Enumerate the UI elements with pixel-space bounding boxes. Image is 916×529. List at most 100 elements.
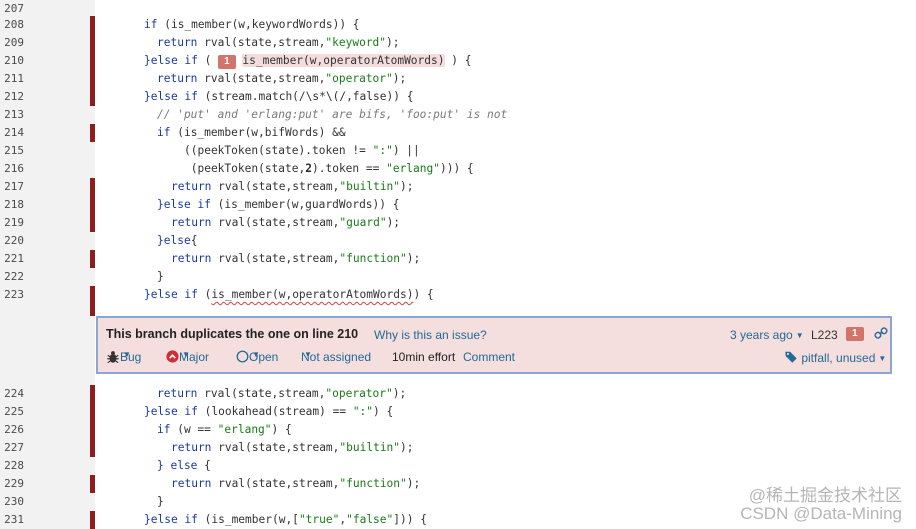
code-text: }else if (is_member(w,operatorAtomWords)… bbox=[144, 288, 434, 301]
code-text: } else { bbox=[157, 459, 211, 472]
code-text: }else if (is_member(w,["true","false"]))… bbox=[144, 513, 427, 526]
code-line-216: 216 (peekToken(state,2).token == "erlang… bbox=[0, 160, 916, 178]
issue-age-dropdown[interactable]: 3 years ago ▼ bbox=[730, 328, 804, 342]
changed-line-marker bbox=[90, 250, 95, 268]
code-text: if (is_member(w,keywordWords)) { bbox=[144, 18, 360, 31]
code-line-218: 218 }else if (is_member(w,guardWords)) { bbox=[0, 196, 916, 214]
issue-count-badge[interactable]: 1 bbox=[846, 327, 864, 341]
changed-line-marker bbox=[90, 34, 95, 52]
code-line-215: 215 ((peekToken(state).token != ":") || bbox=[0, 142, 916, 160]
code-text: } bbox=[157, 495, 164, 508]
changed-line-marker bbox=[90, 178, 95, 196]
code-line-225: 225 }else if (lookahead(stream) == ":") … bbox=[0, 403, 916, 421]
line-number: 221 bbox=[4, 252, 24, 265]
code-line-226: 226 if (w == "erlang") { bbox=[0, 421, 916, 439]
code-line-227: 227 return rval(state,stream,"builtin"); bbox=[0, 439, 916, 457]
code-line-208: 208 if (is_member(w,keywordWords)) { bbox=[0, 16, 916, 34]
code-line-221: 221 return rval(state,stream,"function")… bbox=[0, 250, 916, 268]
code-text: return rval(state,stream,"function"); bbox=[171, 477, 421, 490]
major-severity-icon bbox=[166, 350, 179, 363]
watermark: @稀土掘金技术社区 CSDN @Data-Mining bbox=[740, 486, 902, 523]
changed-line-marker bbox=[90, 304, 95, 316]
line-number: 211 bbox=[4, 72, 24, 85]
code-text: }else if ( 1 is_member(w,operatorAtomWor… bbox=[144, 54, 472, 69]
issue-location-badge[interactable]: 1 bbox=[218, 55, 236, 69]
line-number: 224 bbox=[4, 387, 24, 400]
changed-line-marker bbox=[90, 124, 95, 142]
code-line-219: 219 return rval(state,stream,"guard"); bbox=[0, 214, 916, 232]
line-number: 229 bbox=[4, 477, 24, 490]
severity-dropdown[interactable]: Major ▼ bbox=[166, 350, 209, 364]
changed-line-marker bbox=[90, 403, 95, 421]
code-line-209: 209 return rval(state,stream,"keyword"); bbox=[0, 34, 916, 52]
line-number: 214 bbox=[4, 126, 24, 139]
code-line-214: 214 if (is_member(w,bifWords) && bbox=[0, 124, 916, 142]
effort-label: 10min effort bbox=[392, 350, 456, 364]
highlighted-expression[interactable]: is_member(w,operatorAtomWords) bbox=[242, 54, 445, 67]
open-status-icon bbox=[236, 350, 249, 363]
code-line-217: 217 return rval(state,stream,"builtin"); bbox=[0, 178, 916, 196]
code-text: return rval(state,stream,"operator"); bbox=[157, 72, 407, 85]
status-dropdown[interactable]: Open ▼ bbox=[236, 350, 278, 364]
tags-dropdown[interactable]: pitfall, unused ▼ bbox=[784, 350, 886, 365]
changed-line-marker bbox=[90, 286, 95, 304]
code-text: return rval(state,stream,"builtin"); bbox=[171, 441, 414, 454]
comment-link[interactable]: Comment bbox=[463, 350, 515, 364]
code-text: return rval(state,stream,"builtin"); bbox=[171, 180, 414, 193]
issue-title[interactable]: This branch duplicates the one on line 2… bbox=[106, 327, 358, 341]
code-text: }else if (lookahead(stream) == ":") { bbox=[144, 405, 394, 418]
code-text: return rval(state,stream,"guard"); bbox=[171, 216, 401, 229]
code-comment: // 'put' and 'erlang:put' are bifs, 'foo… bbox=[157, 108, 508, 121]
changed-line-marker bbox=[90, 214, 95, 232]
changed-line-marker bbox=[90, 475, 95, 493]
line-number: 226 bbox=[4, 423, 24, 436]
code-line-223: 223 }else if (is_member(w,operatorAtomWo… bbox=[0, 286, 916, 304]
line-number: 227 bbox=[4, 441, 24, 454]
code-text: if (w == "erlang") { bbox=[157, 423, 292, 436]
line-number: 217 bbox=[4, 180, 24, 193]
why-is-this-an-issue-link[interactable]: Why is this an issue? bbox=[374, 328, 487, 342]
changed-line-marker bbox=[90, 52, 95, 70]
issue-panel[interactable]: This branch duplicates the one on line 2… bbox=[96, 316, 892, 374]
flagged-expression[interactable]: is_member(w,operatorAtomWords) bbox=[211, 288, 413, 301]
line-number: 209 bbox=[4, 36, 24, 49]
code-text: return rval(state,stream,"operator"); bbox=[157, 387, 407, 400]
line-number: 215 bbox=[4, 144, 24, 157]
code-line-222: 222 } bbox=[0, 268, 916, 286]
changed-line-marker bbox=[90, 16, 95, 34]
issue-line-ref[interactable]: L223 bbox=[811, 328, 838, 342]
code-text: ((peekToken(state).token != ":") || bbox=[184, 144, 420, 157]
line-number: 208 bbox=[4, 18, 24, 31]
line-number: 213 bbox=[4, 108, 24, 121]
code-line-211: 211 return rval(state,stream,"operator")… bbox=[0, 70, 916, 88]
line-number: 223 bbox=[4, 288, 24, 301]
changed-line-marker bbox=[90, 70, 95, 88]
line-number: 216 bbox=[4, 162, 24, 175]
code-text: (peekToken(state,2).token == "erlang")))… bbox=[184, 162, 474, 175]
tag-icon bbox=[785, 351, 797, 363]
code-line-212: 212 }else if (stream.match(/\s*\(/,false… bbox=[0, 88, 916, 106]
line-number: 210 bbox=[4, 54, 24, 67]
bug-icon bbox=[107, 351, 119, 364]
code-text: return rval(state,stream,"function"); bbox=[171, 252, 421, 265]
line-number: 222 bbox=[4, 270, 24, 283]
code-line-213: 213 // 'put' and 'erlang:put' are bifs, … bbox=[0, 106, 916, 124]
changed-line-marker bbox=[90, 439, 95, 457]
code-text: return rval(state,stream,"keyword"); bbox=[157, 36, 400, 49]
permalink-icon[interactable] bbox=[874, 326, 888, 340]
code-line-210: 210 }else if ( 1 is_member(w,operatorAto… bbox=[0, 52, 916, 70]
line-number: 228 bbox=[4, 459, 24, 472]
line-number: 231 bbox=[4, 513, 24, 526]
line-number: 218 bbox=[4, 198, 24, 211]
line-number: 212 bbox=[4, 90, 24, 103]
changed-line-marker bbox=[90, 511, 95, 529]
changed-line-marker bbox=[90, 421, 95, 439]
changed-line-marker bbox=[90, 196, 95, 214]
code-text: }else if (stream.match(/\s*\(/,false)) { bbox=[144, 90, 414, 103]
line-number: 220 bbox=[4, 234, 24, 247]
changed-line-marker bbox=[90, 88, 95, 106]
code-text: } bbox=[157, 270, 164, 283]
line-number: 230 bbox=[4, 495, 24, 508]
issue-type-dropdown[interactable]: Bug ▼ bbox=[106, 350, 141, 365]
changed-line-marker bbox=[90, 385, 95, 403]
